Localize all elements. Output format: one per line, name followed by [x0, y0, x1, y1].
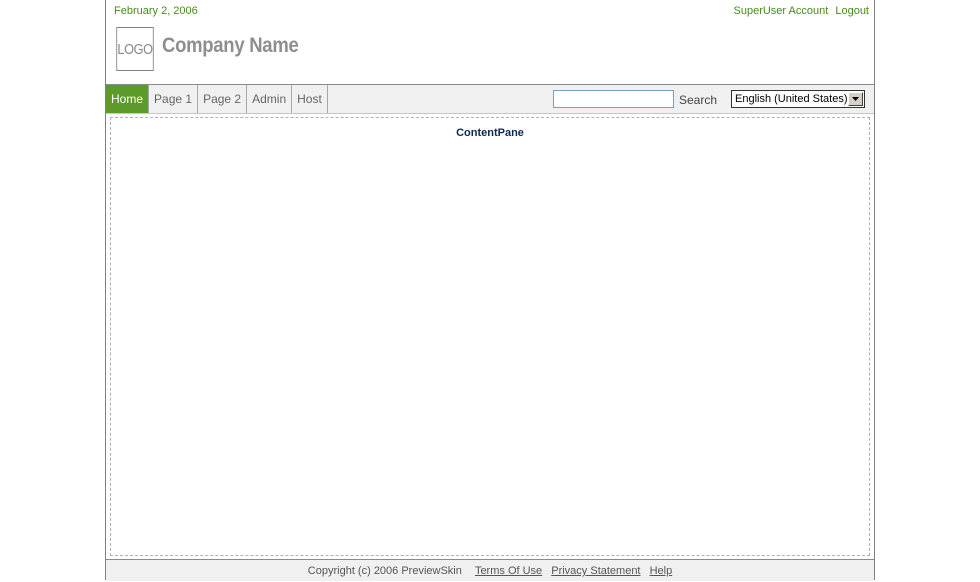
tab-admin[interactable]: Admin: [247, 85, 293, 113]
company-name: Company Name: [162, 34, 299, 57]
copyright-text: Copyright (c) 2006 PreviewSkin: [307, 565, 462, 577]
logo[interactable]: LOGO: [116, 27, 154, 71]
content-pane: ContentPane: [110, 117, 870, 556]
menu-tabs: Home Page 1 Page 2 Admin Host: [106, 85, 328, 113]
search-button[interactable]: Search: [679, 93, 717, 107]
privacy-link[interactable]: Privacy Statement: [551, 565, 640, 577]
tab-home[interactable]: Home: [106, 85, 150, 113]
content-pane-title: ContentPane: [456, 127, 524, 139]
tab-page-2[interactable]: Page 2: [198, 85, 248, 113]
current-date: February 2, 2006: [114, 5, 198, 17]
logout-link[interactable]: Logout: [835, 5, 869, 17]
language-select-value: English (United States): [735, 93, 848, 105]
footer: Copyright (c) 2006 PreviewSkin Terms Of …: [106, 559, 874, 581]
nav-bar: Home Page 1 Page 2 Admin Host Search Eng…: [106, 84, 874, 114]
user-account-link[interactable]: SuperUser Account: [734, 5, 829, 17]
logo-text: LOGO: [117, 40, 153, 58]
page-container: February 2, 2006 SuperUser Account Logou…: [105, 0, 875, 581]
help-link[interactable]: Help: [650, 565, 673, 577]
tab-page-1[interactable]: Page 1: [149, 85, 199, 113]
terms-link[interactable]: Terms Of Use: [475, 565, 542, 577]
tab-host[interactable]: Host: [292, 85, 328, 113]
search-input[interactable]: [553, 90, 674, 108]
chevron-down-icon[interactable]: [848, 92, 863, 106]
language-select[interactable]: English (United States): [731, 90, 865, 108]
top-bar: February 2, 2006 SuperUser Account Logou…: [106, 0, 874, 22]
user-links: SuperUser Account Logout: [730, 5, 870, 17]
